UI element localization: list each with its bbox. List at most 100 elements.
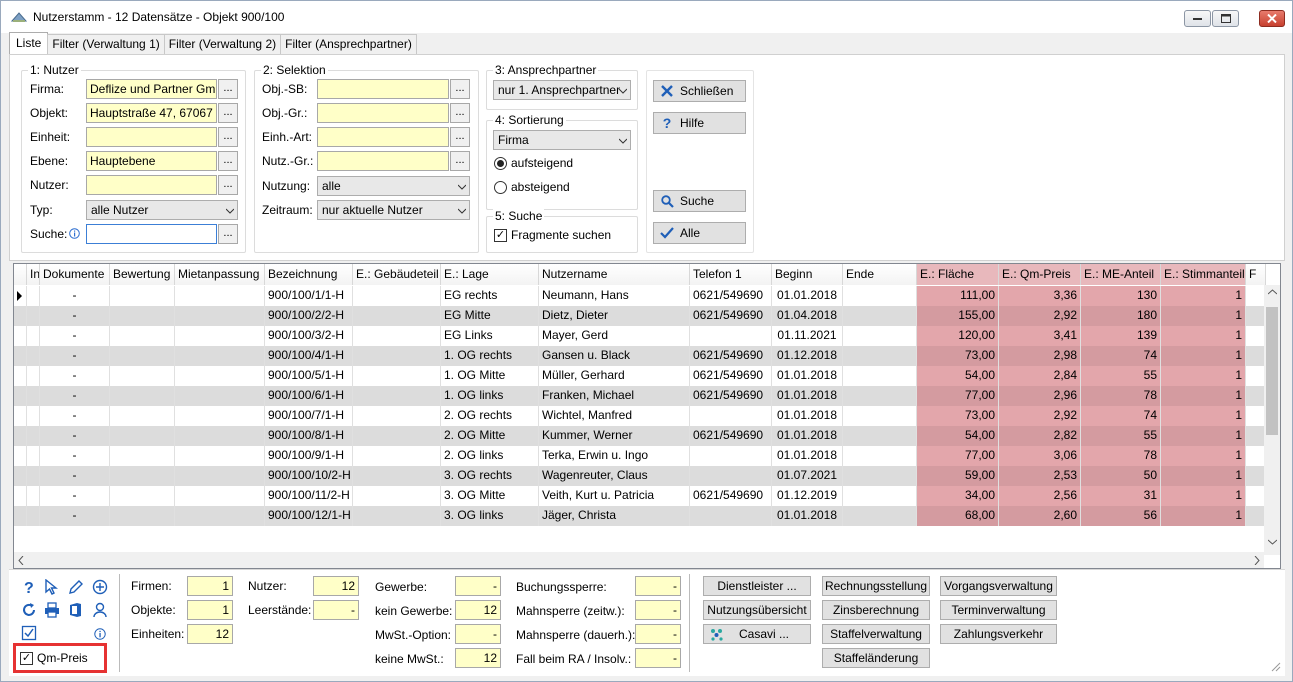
column-header[interactable]: F <box>1246 264 1266 285</box>
help-icon[interactable]: ? <box>20 578 38 596</box>
nutzer-table[interactable]: InfoDokumenteBewertungMietanpassungBezei… <box>13 263 1281 569</box>
row-selector[interactable] <box>14 506 27 526</box>
einhart-lookup-button[interactable]: ... <box>450 127 470 147</box>
vorgangsverwaltung-button[interactable]: Vorgangsverwaltung <box>940 576 1057 596</box>
schliessen-button[interactable]: Schließen <box>653 80 746 102</box>
objgr-field[interactable] <box>317 103 449 123</box>
user-icon[interactable] <box>91 601 109 619</box>
rechnungsstellung-button[interactable]: Rechnungsstellung <box>822 576 930 596</box>
resize-grip-icon[interactable] <box>1269 660 1281 672</box>
nutzer-lookup-button[interactable]: ... <box>218 175 238 195</box>
objekt-field[interactable]: Hauptstraße 47, 67067 Ludwigshafen <box>86 103 217 123</box>
staffelaenderung-button[interactable]: Staffeländerung <box>822 648 930 668</box>
absteigend-radio[interactable]: absteigend <box>494 180 570 194</box>
table-row[interactable]: - 900/100/12/1-H 3. OG links Jäger, Christa… <box>14 506 1266 526</box>
suche-button[interactable]: Suche <box>653 190 746 212</box>
tab-filter-ansprechpartner[interactable]: Filter (Ansprechpartner) <box>280 34 417 54</box>
close-button[interactable] <box>1259 10 1285 27</box>
einheit-field[interactable] <box>86 127 217 147</box>
suche-lookup-button[interactable]: ... <box>218 224 238 244</box>
suche-input[interactable] <box>86 224 217 244</box>
ebene-lookup-button[interactable]: ... <box>218 151 238 171</box>
table-row[interactable]: - 900/100/6/1-H 1. OG links Franken, Michae… <box>14 386 1266 406</box>
column-header[interactable]: E.: ME-Anteil <box>1081 264 1161 285</box>
tab-liste[interactable]: Liste <box>9 32 49 54</box>
row-selector[interactable] <box>14 406 27 426</box>
row-selector[interactable] <box>14 366 27 386</box>
table-row[interactable]: - 900/100/2/2-H EG Mitte Dietz, Dieter 0621/… <box>14 306 1266 326</box>
horizontal-scrollbar[interactable] <box>14 552 1264 568</box>
ansprechpartner-select[interactable]: nur 1. Ansprechpartner <box>493 80 631 100</box>
staffelverwaltung-button[interactable]: Staffelverwaltung <box>822 624 930 644</box>
row-selector[interactable] <box>14 466 27 486</box>
row-selector[interactable] <box>14 326 27 346</box>
column-header[interactable]: Ende <box>843 264 917 285</box>
table-row[interactable]: - 900/100/9/1-H 2. OG links Terka, Erwin u.… <box>14 446 1266 466</box>
row-selector[interactable] <box>14 386 27 406</box>
minimize-button[interactable] <box>1184 10 1211 27</box>
sortierung-select[interactable]: Firma <box>493 130 631 150</box>
table-row[interactable]: - 900/100/4/1-H 1. OG rechts Gansen u. Blac… <box>14 346 1266 366</box>
typ-select[interactable]: alle Nutzer <box>86 200 238 220</box>
add-icon[interactable] <box>91 578 109 596</box>
fragmente-checkbox[interactable]: ✓ Fragmente suchen <box>494 228 611 242</box>
table-row[interactable]: -900/100/8/1-H 2. OG Mitte Kummer, Werner 0… <box>14 426 1266 446</box>
terminverwaltung-button[interactable]: Terminverwaltung <box>940 600 1057 620</box>
chevron-up-icon[interactable] <box>1268 289 1277 295</box>
column-header[interactable]: Info <box>27 264 40 285</box>
office-icon[interactable] <box>67 601 85 619</box>
chevron-left-icon[interactable] <box>18 556 24 565</box>
table-row[interactable]: - 900/100/11/2-H 3. OG Mitte Veith, Kurt u.… <box>14 486 1266 506</box>
objsb-lookup-button[interactable]: ... <box>450 79 470 99</box>
column-header[interactable]: Telefon 1 <box>690 264 772 285</box>
nutzer-field[interactable] <box>86 175 217 195</box>
dienstleister-button[interactable]: Dienstleister ... <box>703 576 811 596</box>
maximize-button[interactable] <box>1212 10 1239 27</box>
column-header[interactable]: E.: Qm-Preis <box>999 264 1081 285</box>
table-row[interactable]: - 900/100/5/1-H 1. OG Mitte Müller, Gerhard… <box>14 366 1266 386</box>
hilfe-button[interactable]: ? Hilfe <box>653 112 746 134</box>
column-header[interactable]: Nutzername <box>539 264 690 285</box>
column-header[interactable]: Dokumente <box>40 264 110 285</box>
objgr-lookup-button[interactable]: ... <box>450 103 470 123</box>
row-selector[interactable] <box>14 306 27 326</box>
chevron-right-icon[interactable] <box>1254 556 1260 565</box>
aufsteigend-radio[interactable]: aufsteigend <box>494 156 573 170</box>
tab-filter-verwaltung-2[interactable]: Filter (Verwaltung 2) <box>163 34 282 54</box>
print-icon[interactable] <box>43 601 61 619</box>
alle-button[interactable]: Alle <box>653 222 746 244</box>
qm-preis-checkbox[interactable]: ✓ Qm-Preis <box>20 651 88 665</box>
table-row[interactable]: - 900/100/10/2-H 3. OG rechts Wagenreuter, … <box>14 466 1266 486</box>
ebene-field[interactable]: Hauptebene <box>86 151 217 171</box>
row-selector[interactable] <box>14 446 27 466</box>
objsb-field[interactable] <box>317 79 449 99</box>
nutzungsuebersicht-button[interactable]: Nutzungsübersicht <box>703 600 811 620</box>
chevron-down-icon[interactable] <box>1268 539 1277 545</box>
zeitraum-select[interactable]: nur aktuelle Nutzer <box>317 200 470 220</box>
firma-lookup-button[interactable]: ... <box>218 79 238 99</box>
column-header[interactable]: E.: Gebäudeteil <box>353 264 441 285</box>
column-header[interactable]: Bewertung <box>110 264 175 285</box>
checklist-icon[interactable] <box>20 624 38 642</box>
table-row[interactable]: - 900/100/7/1-H 2. OG rechts Wichtel, Manfr… <box>14 406 1266 426</box>
zinsberechnung-button[interactable]: Zinsberechnung <box>822 600 930 620</box>
tab-filter-verwaltung-1[interactable]: Filter (Verwaltung 1) <box>47 34 165 54</box>
scrollbar-thumb[interactable] <box>1266 307 1278 435</box>
zahlungsverkehr-button[interactable]: Zahlungsverkehr <box>940 624 1057 644</box>
edit-icon[interactable] <box>67 578 85 596</box>
row-selector[interactable] <box>14 486 27 506</box>
refresh-icon[interactable] <box>20 601 38 619</box>
row-selector[interactable] <box>14 286 27 306</box>
row-selector[interactable] <box>14 426 27 446</box>
column-header[interactable]: E.: Stimmanteil <box>1161 264 1246 285</box>
einheit-lookup-button[interactable]: ... <box>218 127 238 147</box>
table-row[interactable]: - 900/100/3/2-H EG Links Mayer, Gerd 01.11.2… <box>14 326 1266 346</box>
einhart-field[interactable] <box>317 127 449 147</box>
column-header[interactable]: E.: Lage <box>441 264 539 285</box>
column-header[interactable]: E.: Fläche <box>917 264 999 285</box>
nutzgr-field[interactable] <box>317 151 449 171</box>
column-header[interactable]: Bezeichnung <box>265 264 353 285</box>
firma-field[interactable]: Deflize und Partner GmbH <box>86 79 217 99</box>
casavi-button[interactable]: Casavi ... <box>703 624 811 644</box>
objekt-lookup-button[interactable]: ... <box>218 103 238 123</box>
